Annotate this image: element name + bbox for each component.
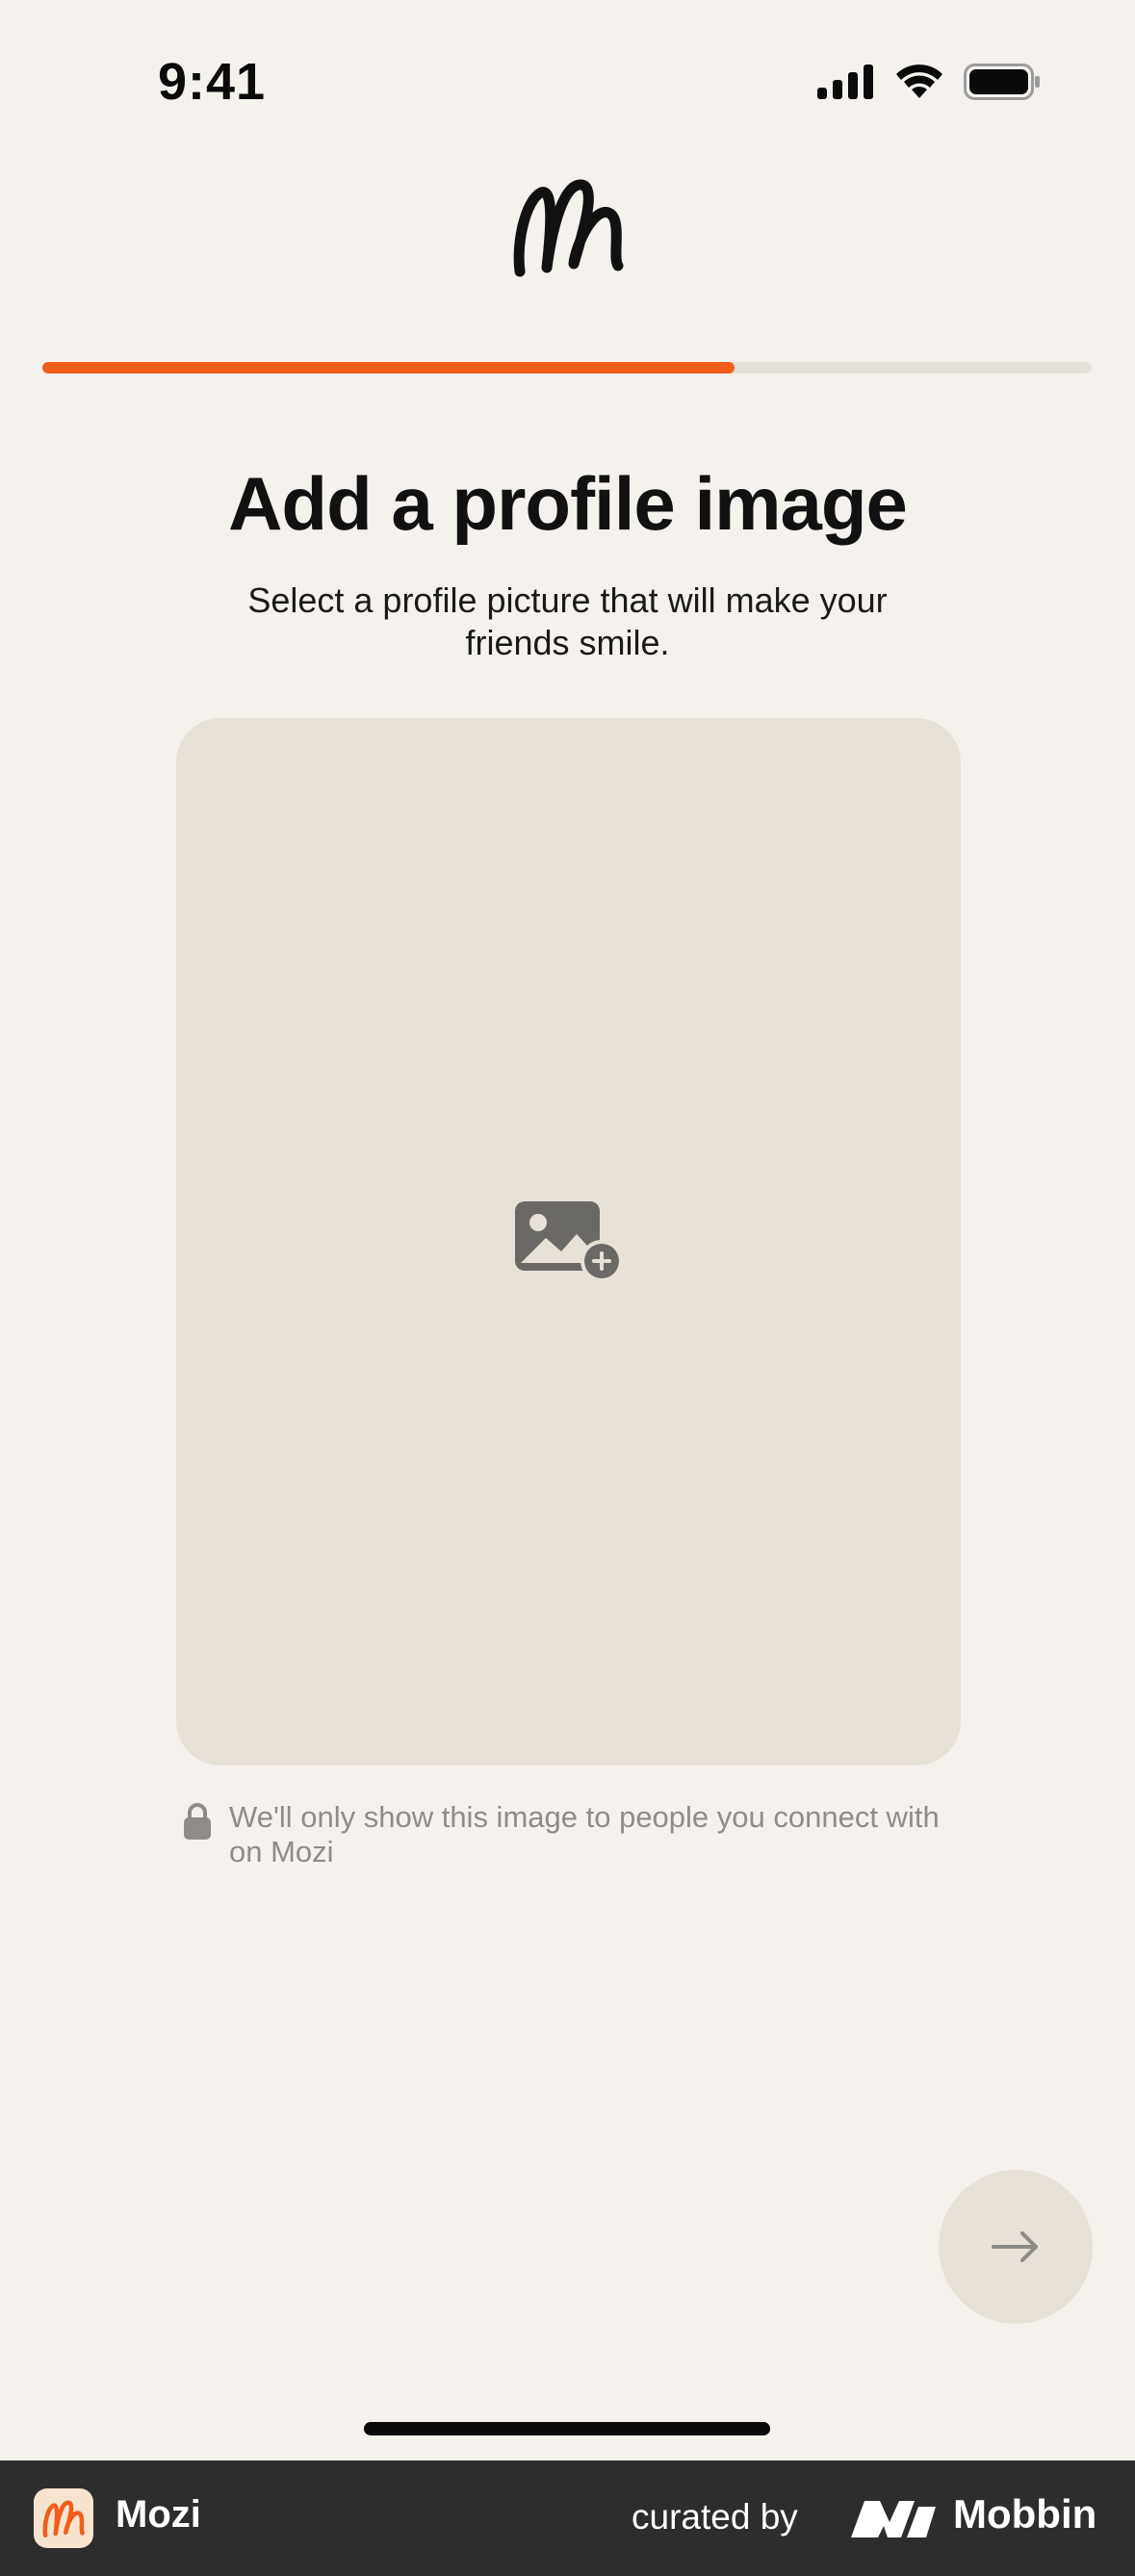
arrow-right-icon	[992, 2231, 1038, 2262]
wifi-icon	[896, 64, 942, 98]
profile-image-picker[interactable]	[176, 718, 961, 1765]
footer-brand-name: Mobbin	[953, 2491, 1097, 2537]
status-icons	[817, 64, 1041, 100]
home-indicator	[364, 2422, 770, 2435]
battery-icon	[964, 64, 1040, 100]
mozi-logo-icon	[513, 179, 624, 277]
footer-curated-label: curated by	[632, 2497, 798, 2537]
progress-fill	[42, 362, 735, 374]
footer-app-name: Mozi	[116, 2493, 201, 2536]
page-subtitle: Select a profile picture that will make …	[247, 580, 888, 662]
add-photo-icon	[514, 1201, 623, 1282]
footer-bar: Mozi curated by Mobbin	[0, 2460, 1135, 2576]
progress-bar	[42, 362, 1092, 374]
cellular-signal-icon	[817, 64, 873, 99]
page-title: Add a profile image	[228, 461, 908, 546]
privacy-text: We'll only show this image to people you…	[229, 1800, 940, 1868]
next-button[interactable]	[939, 2170, 1093, 2324]
privacy-note: We'll only show this image to people you…	[183, 1800, 972, 1869]
mozi-app-icon	[34, 2488, 93, 2548]
mobbin-logo-icon	[851, 2501, 936, 2537]
mozi-app-logo-icon	[42, 2500, 85, 2537]
status-bar: 9:41	[0, 0, 1135, 164]
lock-icon	[184, 1803, 211, 1840]
status-time: 9:41	[158, 53, 267, 111]
